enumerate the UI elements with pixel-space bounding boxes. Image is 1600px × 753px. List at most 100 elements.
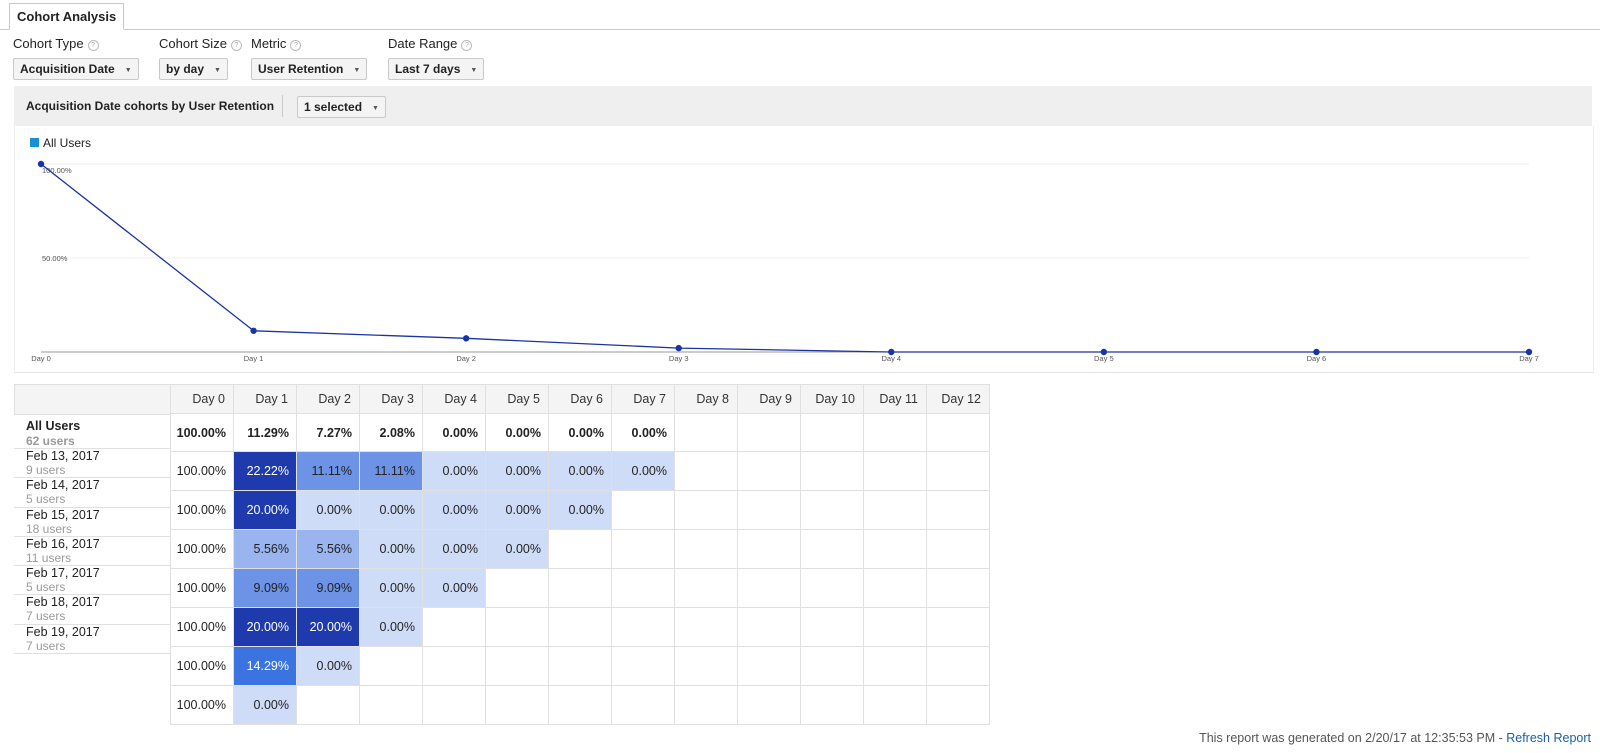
all-users-label: All Users <box>26 419 81 433</box>
cohort-type-dropdown[interactable]: Acquisition Date ▼ <box>13 58 139 80</box>
help-icon[interactable]: ? <box>87 40 99 51</box>
cohort-selector-dropdown[interactable]: 1 selected ▼ <box>297 96 386 118</box>
table-cell <box>611 646 675 686</box>
table-cell <box>611 607 675 647</box>
table-cell <box>800 607 864 647</box>
table-cell <box>674 568 738 608</box>
table-cell <box>548 685 612 725</box>
table-cell <box>800 413 864 452</box>
row-label-all-users: All Users 62 users <box>14 415 170 449</box>
cohort-user-count: 18 users <box>26 521 73 536</box>
metric-dropdown[interactable]: User Retention ▼ <box>251 58 368 80</box>
table-cell: 0.00% <box>485 451 549 491</box>
table-cell: 0.00% <box>485 490 549 530</box>
table-cell <box>422 646 486 686</box>
data-point[interactable] <box>250 327 257 334</box>
table-cell: 20.00% <box>233 490 297 530</box>
table-row: 100.00% 20.00% 20.00% 0.00% <box>170 607 990 647</box>
table-cell <box>926 529 990 569</box>
table-cell: 0.00% <box>422 451 486 491</box>
table-cell <box>674 529 738 569</box>
table-cell: 0.00% <box>422 568 486 608</box>
cohort-size-dropdown[interactable]: by day ▼ <box>159 58 228 80</box>
table-cell <box>926 685 990 725</box>
x-tick-label: Day 2 <box>456 354 476 363</box>
table-cell: 100.00% <box>170 607 234 647</box>
cohort-date: Feb 17, 2017 <box>26 566 100 581</box>
x-tick-label: Day 4 <box>881 354 901 363</box>
x-tick-label: Day 3 <box>669 354 689 363</box>
data-point[interactable] <box>888 348 895 356</box>
legend-label: All Users <box>43 136 91 150</box>
y-tick-label: 50.00% <box>42 254 68 263</box>
column-header: Day 7 <box>611 384 675 414</box>
caret-down-icon: ▼ <box>124 67 132 74</box>
date-range-dropdown[interactable]: Last 7 days ▼ <box>388 58 485 80</box>
cohort-date: Feb 18, 2017 <box>26 595 100 610</box>
table-cell <box>800 568 864 608</box>
help-icon[interactable]: ? <box>230 40 242 51</box>
cohort-table: Day 0 Day 1 Day 2 Day 3 Day 4 Day 5 Day 6 Day 7… <box>170 384 990 725</box>
table-cell <box>611 490 675 530</box>
chart-area: All Users 100.00% 50.00% Day 0 Day 1 Day 2 Day… <box>14 126 1594 373</box>
table-cell: 100.00% <box>170 568 234 608</box>
report-footer: This report was generated on 2/20/17 at … <box>1199 731 1591 745</box>
table-cell <box>863 451 927 491</box>
column-header: Day 0 <box>170 384 234 414</box>
table-cell: 5.56% <box>233 529 297 569</box>
column-header: Day 1 <box>233 384 297 414</box>
data-point[interactable] <box>1525 348 1533 356</box>
table-cell <box>737 529 801 569</box>
refresh-report-link[interactable]: Refresh Report <box>1506 731 1591 745</box>
help-icon[interactable]: ? <box>461 40 473 51</box>
cohort-user-count: 5 users <box>26 492 66 507</box>
data-point[interactable] <box>37 160 45 168</box>
tab-cohort-analysis[interactable]: Cohort Analysis <box>9 3 125 30</box>
x-tick-label: Day 7 <box>1519 354 1539 363</box>
table-cell: 0.00% <box>359 490 423 530</box>
table-cell <box>548 568 612 608</box>
x-tick-label: Day 6 <box>1307 354 1327 363</box>
table-cell: 0.00% <box>548 451 612 491</box>
data-point[interactable] <box>462 335 470 342</box>
data-point[interactable] <box>1100 348 1108 356</box>
help-icon[interactable]: ? <box>290 40 302 51</box>
table-cell <box>737 490 801 530</box>
date-range-label: Date Range <box>388 36 458 51</box>
cohort-user-count: 7 users <box>26 609 66 624</box>
table-cell <box>674 451 738 491</box>
table-cell: 7.27% <box>296 413 360 452</box>
table-cell <box>737 607 801 647</box>
table-cell: 100.00% <box>170 413 234 452</box>
cohort-row-label: Feb 18, 2017 7 users <box>14 595 170 625</box>
table-cell <box>485 568 549 608</box>
table-cell <box>926 490 990 530</box>
cohort-type-value: Acquisition Date <box>20 62 115 76</box>
cohort-user-count: 9 users <box>26 463 66 477</box>
table-cell <box>674 685 738 725</box>
table-cell <box>800 451 864 491</box>
metric-control: Metric? User Retention ▼ <box>251 36 368 80</box>
table-cell <box>611 685 675 725</box>
cohort-size-control: Cohort Size? by day ▼ <box>159 36 242 80</box>
table-cell: 0.00% <box>548 413 612 452</box>
table-cell: 0.00% <box>548 490 612 530</box>
table-cell: 0.00% <box>296 646 360 686</box>
generated-text: This report was generated on 2/20/17 at … <box>1199 731 1507 745</box>
date-range-value: Last 7 days <box>395 62 461 76</box>
table-cell: 0.00% <box>233 685 297 725</box>
cohort-date: Feb 19, 2017 <box>26 624 100 639</box>
cohort-row-label: Feb 19, 2017 7 users <box>14 624 170 655</box>
table-cell: 14.29% <box>233 646 297 686</box>
table-cell <box>863 685 927 725</box>
data-point[interactable] <box>675 344 682 352</box>
data-point[interactable] <box>1313 348 1320 356</box>
table-cell <box>926 413 990 452</box>
metric-value: User Retention <box>258 62 344 76</box>
cohort-type-control: Cohort Type? Acquisition Date ▼ <box>13 36 139 80</box>
caret-down-icon: ▼ <box>353 67 361 74</box>
table-cell: 9.09% <box>233 568 297 608</box>
table-cell <box>485 646 549 686</box>
table-cell <box>737 568 801 608</box>
x-tick-label: Day 0 <box>31 354 51 363</box>
